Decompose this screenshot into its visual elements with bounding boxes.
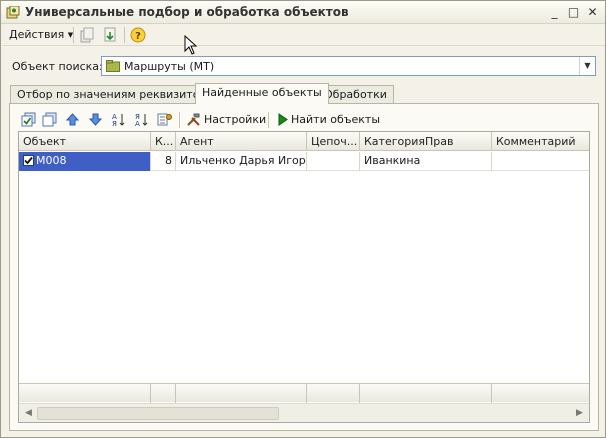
actions-menu[interactable]: Действия ▼ bbox=[5, 26, 77, 44]
toolbar: Действия ▼ ? bbox=[2, 24, 605, 46]
table-footer bbox=[19, 383, 589, 403]
title-bar: Универсальные подбор и обработка объекто… bbox=[1, 1, 605, 24]
cell-comment[interactable] bbox=[492, 152, 589, 171]
close-button[interactable]: ✕ bbox=[584, 4, 601, 20]
svg-text:?: ? bbox=[135, 31, 141, 42]
find-objects-button[interactable]: Найти объекты bbox=[291, 112, 380, 127]
copy-doc-icon[interactable] bbox=[79, 27, 95, 43]
column-header-comment[interactable]: Комментарий bbox=[492, 132, 589, 151]
toolbar-separator bbox=[124, 27, 125, 43]
column-header-object[interactable]: Объект bbox=[19, 132, 151, 151]
help-icon[interactable]: ? bbox=[130, 27, 146, 43]
cell-object-value: M008 bbox=[36, 154, 67, 167]
tab-filter-by-values[interactable]: Отбор по значениям реквизитов bbox=[10, 85, 213, 103]
move-down-icon[interactable] bbox=[88, 112, 103, 127]
cell-chain[interactable] bbox=[307, 152, 360, 171]
maximize-button[interactable]: □ bbox=[565, 4, 582, 20]
search-object-label: Объект поиска: bbox=[12, 60, 103, 73]
footer-cell bbox=[176, 384, 307, 403]
actions-menu-label: Действия bbox=[9, 28, 65, 41]
mouse-cursor-icon bbox=[184, 35, 198, 55]
download-doc-icon[interactable] bbox=[102, 27, 118, 43]
window-title: Универсальные подбор и обработка объекто… bbox=[25, 5, 349, 19]
column-header-k[interactable]: К... bbox=[151, 132, 176, 151]
uncheck-all-icon[interactable] bbox=[42, 112, 57, 127]
dropdown-arrow-icon[interactable]: ▼ bbox=[579, 57, 595, 75]
table-header: Объект К... Агент Цепоч... КатегорияПрав… bbox=[19, 132, 589, 151]
search-object-value: Маршруты (МТ) bbox=[124, 60, 215, 73]
row-checkbox[interactable] bbox=[23, 155, 34, 166]
footer-cell bbox=[19, 384, 151, 403]
tab-found-objects[interactable]: Найденные объекты bbox=[195, 83, 329, 104]
list-settings-icon[interactable] bbox=[157, 112, 172, 127]
app-icon bbox=[6, 6, 20, 19]
minimize-button[interactable]: _ bbox=[546, 4, 563, 20]
footer-cell bbox=[151, 384, 176, 403]
scroll-right-icon[interactable]: ▶ bbox=[572, 406, 587, 421]
scroll-left-icon[interactable]: ◀ bbox=[21, 406, 36, 421]
settings-button[interactable]: Настройки bbox=[204, 112, 266, 127]
svg-text:A: A bbox=[135, 120, 140, 127]
scroll-thumb[interactable] bbox=[37, 407, 279, 420]
svg-text:Я: Я bbox=[112, 120, 117, 127]
column-header-agent[interactable]: Агент bbox=[176, 132, 307, 151]
move-up-icon[interactable] bbox=[65, 112, 80, 127]
play-icon bbox=[278, 113, 288, 126]
sort-descending-icon[interactable]: Я A bbox=[134, 112, 149, 127]
search-object-combo[interactable]: Маршруты (МТ) ▼ bbox=[101, 56, 596, 76]
cell-k[interactable]: 8 bbox=[151, 152, 176, 171]
horizontal-scrollbar[interactable]: ◀ ▶ bbox=[19, 403, 589, 422]
found-objects-table[interactable]: Объект К... Агент Цепоч... КатегорияПрав… bbox=[18, 131, 590, 423]
folder-icon bbox=[106, 60, 120, 72]
footer-cell bbox=[307, 384, 360, 403]
tools-icon bbox=[187, 113, 200, 126]
cell-agent[interactable]: Ильченко Дарья Игор... bbox=[176, 152, 307, 171]
table-row[interactable]: M008 8 Ильченко Дарья Игор... Иванкина bbox=[19, 152, 589, 171]
inner-toolbar-separator bbox=[179, 112, 180, 128]
footer-cell bbox=[360, 384, 492, 403]
column-header-category[interactable]: КатегорияПрав bbox=[360, 132, 492, 151]
main-window: Универсальные подбор и обработка объекто… bbox=[0, 0, 606, 438]
sort-ascending-icon[interactable]: A Я bbox=[111, 112, 126, 127]
cell-object[interactable]: M008 bbox=[19, 152, 151, 171]
check-all-icon[interactable] bbox=[21, 112, 36, 127]
found-objects-panel: A Я Я A Настройки Найти объекты Объект К… bbox=[9, 103, 599, 431]
toolbar-separator bbox=[73, 27, 74, 43]
column-header-chain[interactable]: Цепоч... bbox=[307, 132, 360, 151]
inner-toolbar-separator bbox=[268, 112, 269, 128]
cell-category[interactable]: Иванкина bbox=[360, 152, 492, 171]
checkmark-icon bbox=[24, 156, 33, 165]
